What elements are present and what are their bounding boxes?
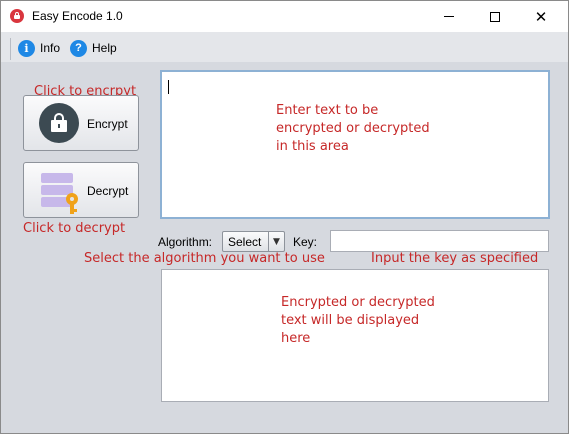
minimize-icon (444, 16, 454, 17)
menu-item-info[interactable]: i Info (18, 39, 60, 57)
key-input[interactable] (330, 230, 549, 252)
help-icon: ? (70, 39, 87, 57)
text-caret (168, 80, 169, 94)
algorithm-label: Algorithm: (158, 235, 213, 249)
output-hint: Encrypted or decrypted text will be disp… (281, 295, 435, 346)
input-hint: Enter text to be encrypted or decrypted … (276, 103, 430, 154)
window-title: Easy Encode 1.0 (32, 9, 123, 23)
menu-help-label: Help (92, 41, 117, 55)
menubar-grip (10, 38, 12, 60)
input-textarea[interactable]: Enter text to be encrypted or decrypted … (160, 70, 550, 219)
maximize-icon (490, 11, 500, 22)
close-button[interactable]: ✕ (518, 1, 564, 32)
database-key-icon (41, 173, 85, 214)
encrypt-button-label: Encrypt (87, 117, 128, 131)
info-icon: i (18, 39, 35, 57)
menu-info-label: Info (40, 41, 61, 55)
encrypt-button[interactable]: Encrypt (23, 95, 139, 151)
output-textarea[interactable]: Encrypted or decrypted text will be disp… (161, 269, 549, 402)
maximize-button[interactable] (472, 1, 518, 32)
lock-icon (39, 103, 79, 143)
title-bar: Easy Encode 1.0 ✕ (1, 1, 568, 32)
close-icon: ✕ (534, 7, 548, 26)
key-label: Key: (293, 235, 318, 249)
menu-item-help[interactable]: ? Help (70, 39, 117, 57)
minimize-button[interactable] (426, 1, 472, 32)
decrypt-hint: Click to decrypt (23, 221, 126, 236)
algorithm-hint: Select the algorithm you want to use (84, 251, 325, 266)
algorithm-select[interactable]: Select ▼ (222, 231, 285, 252)
app-lock-icon (10, 9, 24, 23)
menu-bar: i Info ? Help (1, 32, 568, 62)
decrypt-button[interactable]: Decrypt (23, 162, 139, 218)
algorithm-selected-value: Select (228, 234, 262, 249)
decrypt-button-label: Decrypt (87, 184, 129, 198)
app-window: Easy Encode 1.0 ✕ i Info ? Help Click to… (0, 0, 569, 434)
chevron-down-icon: ▼ (268, 232, 284, 251)
